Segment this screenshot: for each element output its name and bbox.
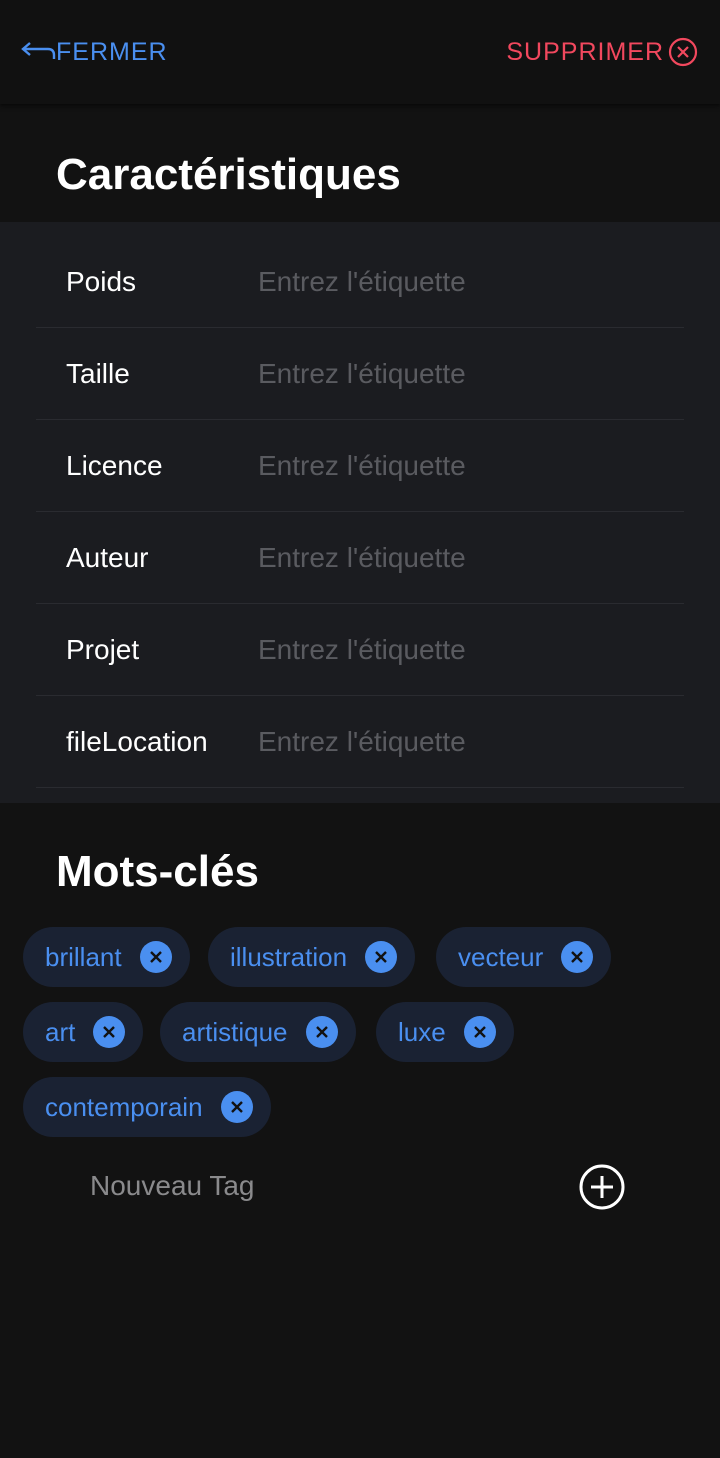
tag-label: vecteur <box>458 941 544 972</box>
tag-label: art <box>45 1016 76 1047</box>
close-icon <box>103 1026 116 1038</box>
characteristics-title: Caractéristiques <box>56 150 401 199</box>
close-icon <box>571 951 584 963</box>
close-circle-icon <box>668 37 698 67</box>
field-label: Auteur <box>66 541 149 573</box>
field-input-poids[interactable] <box>258 265 684 298</box>
close-icon <box>230 1101 243 1113</box>
tag-chip: luxe <box>376 1002 514 1062</box>
new-tag-input[interactable] <box>90 1160 530 1212</box>
field-label: fileLocation <box>66 725 208 757</box>
close-icon <box>315 1026 328 1038</box>
tag-chip: illustration <box>208 927 416 987</box>
field-row-filelocation: fileLocation <box>36 696 684 788</box>
tag-label: brillant <box>45 941 122 972</box>
field-label: Taille <box>66 357 130 389</box>
remove-tag-button[interactable] <box>305 1016 338 1048</box>
field-label: Poids <box>66 265 137 297</box>
tag-label: contemporain <box>45 1091 203 1122</box>
remove-tag-button[interactable] <box>139 941 172 973</box>
remove-tag-button[interactable] <box>365 941 398 973</box>
tag-chip: vecteur <box>436 927 612 987</box>
add-circle-icon[interactable] <box>578 1163 626 1211</box>
back-arrow-icon <box>21 42 56 59</box>
delete-button[interactable]: SUPPRIMER <box>506 36 698 68</box>
field-label: Projet <box>66 633 140 665</box>
field-input-projet[interactable] <box>258 633 684 666</box>
remove-tag-button[interactable] <box>220 1091 253 1123</box>
tag-chip: art <box>23 1002 144 1062</box>
field-input-auteur[interactable] <box>258 541 684 574</box>
field-input-licence[interactable] <box>258 449 684 482</box>
tag-label: artistique <box>182 1016 288 1047</box>
tag-chip: contemporain <box>23 1077 271 1137</box>
remove-tag-button[interactable] <box>561 941 594 973</box>
field-input-taille[interactable] <box>258 357 684 390</box>
field-row-auteur: Auteur <box>36 512 684 604</box>
tag-label: luxe <box>398 1016 446 1047</box>
remove-tag-button[interactable] <box>463 1016 496 1048</box>
field-row-taille: Taille <box>36 328 684 420</box>
close-icon <box>149 951 162 963</box>
close-icon <box>473 1026 486 1038</box>
field-input-filelocation[interactable] <box>258 725 684 758</box>
tag-chip: brillant <box>23 927 190 987</box>
top-bar: FERMER SUPPRIMER <box>0 0 720 104</box>
remove-tag-button[interactable] <box>93 1016 126 1048</box>
close-label: FERMER <box>56 37 168 66</box>
tag-label: illustration <box>230 941 348 972</box>
close-button[interactable]: FERMER <box>20 36 168 68</box>
characteristics-panel: Poids Taille Licence Auteur Projet fileL… <box>0 222 720 803</box>
tag-chip: artistique <box>160 1002 356 1062</box>
close-icon <box>375 951 387 963</box>
field-row-licence: Licence <box>36 420 684 512</box>
field-row-projet: Projet <box>36 604 684 696</box>
field-label: Licence <box>66 449 163 481</box>
field-row-poids: Poids <box>36 236 684 328</box>
keywords-title: Mots-clés <box>56 847 259 896</box>
delete-label: SUPPRIMER <box>506 37 664 66</box>
